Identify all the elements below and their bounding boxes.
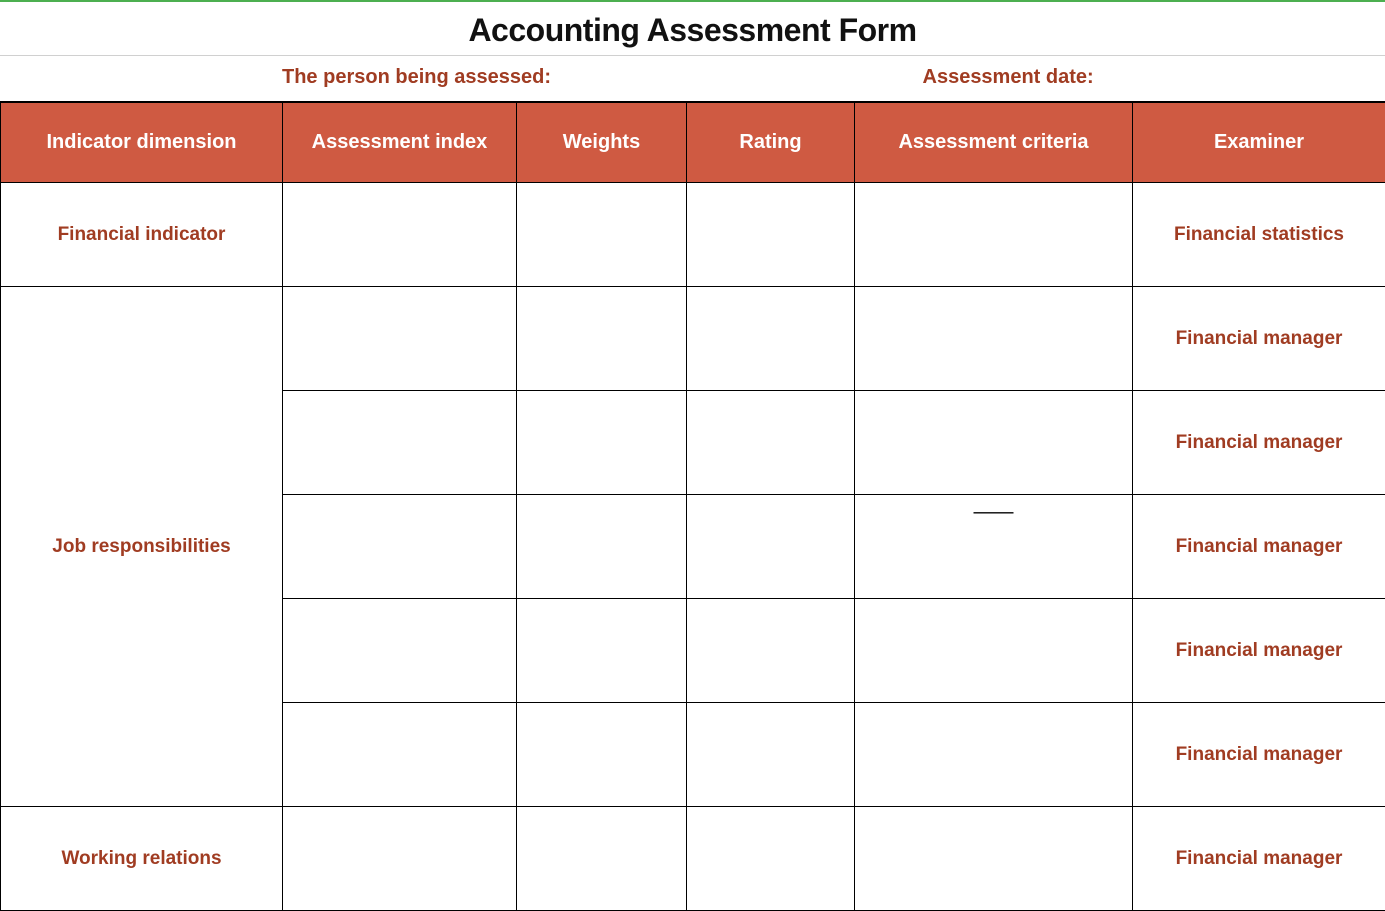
cell-index bbox=[283, 287, 517, 391]
cell-examiner: Financial statistics bbox=[1133, 183, 1385, 287]
cell-weights bbox=[517, 391, 687, 495]
cell-criteria bbox=[855, 183, 1133, 287]
cell-examiner: Financial manager bbox=[1133, 807, 1385, 911]
cell-dimension: Working relations bbox=[1, 807, 283, 911]
table-row: Financial indicator Financial statistics bbox=[1, 183, 1385, 287]
cell-criteria bbox=[855, 287, 1133, 391]
cell-rating bbox=[687, 599, 855, 703]
cell-examiner: Financial manager bbox=[1133, 287, 1385, 391]
cell-dimension: Financial indicator bbox=[1, 183, 283, 287]
col-rating: Rating bbox=[687, 102, 855, 183]
cell-rating bbox=[687, 495, 855, 599]
cell-index bbox=[283, 495, 517, 599]
cell-index bbox=[283, 391, 517, 495]
cell-index bbox=[283, 183, 517, 287]
cell-criteria bbox=[855, 807, 1133, 911]
assessee-label: The person being assessed: bbox=[0, 66, 693, 89]
cell-index bbox=[283, 703, 517, 807]
table-row: Job responsibilities Financial manager bbox=[1, 287, 1385, 391]
cell-weights bbox=[517, 807, 687, 911]
cell-criteria bbox=[855, 703, 1133, 807]
cell-rating bbox=[687, 287, 855, 391]
assessment-date-label: Assessment date: bbox=[693, 66, 1385, 89]
col-examiner: Examiner bbox=[1133, 102, 1385, 183]
cell-examiner: Financial manager bbox=[1133, 599, 1385, 703]
cell-dimension: Job responsibilities bbox=[1, 287, 283, 807]
page-title: Accounting Assessment Form bbox=[0, 12, 1385, 49]
cell-weights bbox=[517, 703, 687, 807]
cell-rating bbox=[687, 391, 855, 495]
table-header-row: Indicator dimension Assessment index Wei… bbox=[1, 102, 1385, 183]
cell-examiner: Financial manager bbox=[1133, 703, 1385, 807]
cell-index bbox=[283, 599, 517, 703]
cell-rating bbox=[687, 703, 855, 807]
cell-examiner: Financial manager bbox=[1133, 391, 1385, 495]
cell-weights bbox=[517, 495, 687, 599]
col-index: Assessment index bbox=[283, 102, 517, 183]
title-bar: Accounting Assessment Form bbox=[0, 0, 1385, 55]
table-row: Working relations Financial manager bbox=[1, 807, 1385, 911]
cell-criteria: —— bbox=[855, 495, 1133, 599]
subhead-row: The person being assessed: Assessment da… bbox=[0, 55, 1385, 101]
cell-index bbox=[283, 807, 517, 911]
cell-weights bbox=[517, 599, 687, 703]
cell-criteria bbox=[855, 391, 1133, 495]
col-weights: Weights bbox=[517, 102, 687, 183]
cell-examiner: Financial manager bbox=[1133, 495, 1385, 599]
cell-weights bbox=[517, 287, 687, 391]
col-dimension: Indicator dimension bbox=[1, 102, 283, 183]
cell-rating bbox=[687, 183, 855, 287]
col-criteria: Assessment criteria bbox=[855, 102, 1133, 183]
assessment-table: Indicator dimension Assessment index Wei… bbox=[0, 101, 1385, 911]
cell-rating bbox=[687, 807, 855, 911]
cell-criteria bbox=[855, 599, 1133, 703]
cell-weights bbox=[517, 183, 687, 287]
